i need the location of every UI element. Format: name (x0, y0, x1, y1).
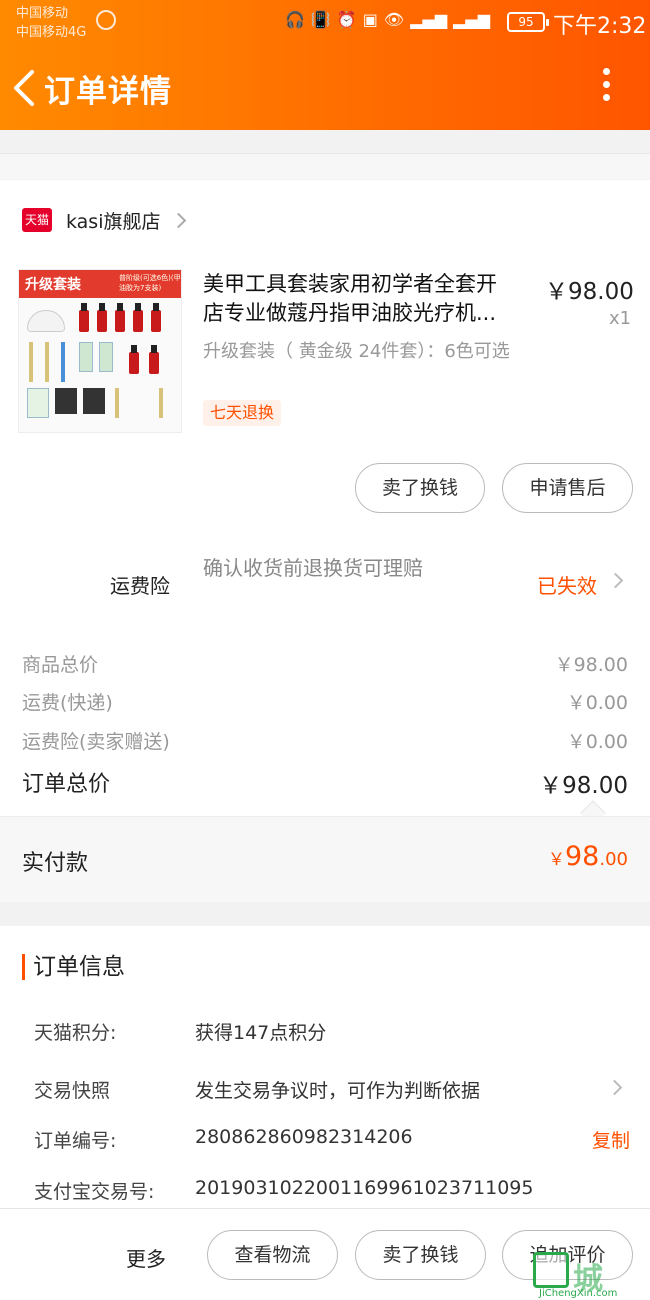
fee-label: 商品总价 (22, 654, 99, 676)
status-bar: 中国移动 中国移动4G 🎧 📳 ⏰ ▣ 👁 ▂▄▆ ▂▄▆ 95 下午2:32 (0, 0, 650, 46)
headphones-icon: 🎧 (285, 10, 305, 29)
shipping-insurance-status[interactable]: 已失效 (537, 570, 597, 599)
product-title-line-2: 店专业做蔻丹指甲油胶光疗机... (203, 301, 497, 325)
carrier-2: 中国移动4G (16, 25, 87, 40)
info-key: 订单编号: (34, 1130, 117, 1152)
info-value: 2019031022001169961023711095 (195, 1177, 534, 1199)
lamp-graphic (27, 310, 65, 332)
fee-value: ￥0.00 (566, 692, 628, 714)
copy-button[interactable]: 复制 (592, 1126, 630, 1153)
chevron-right-icon[interactable] (606, 1079, 623, 1096)
order-total-value: ￥98.00 (539, 773, 628, 799)
more-vertical-icon[interactable] (596, 68, 616, 108)
view-logistics-button[interactable]: 查看物流 (207, 1230, 338, 1280)
fee-label: 运费险(卖家赠送) (22, 731, 170, 753)
info-row-points: 天猫积分: 获得147点积分 (34, 1018, 630, 1048)
carrier-info: 中国移动 中国移动4G (16, 4, 86, 42)
shipping-insurance-desc: 确认收货前退换货可理赔 (203, 556, 423, 580)
divider-strip (0, 153, 650, 179)
sell-button[interactable]: 卖了换钱 (355, 463, 485, 513)
fee-value: ￥0.00 (566, 731, 628, 753)
info-row-order-number: 订单编号: 280862860982314206 复制 (34, 1126, 630, 1156)
product-image-band: 升级套装 普阶级(可选6色)(甲油胶为7支装) (19, 270, 181, 298)
info-value: 获得147点积分 (195, 1022, 327, 1044)
info-value: 280862860982314206 (195, 1126, 413, 1148)
fee-row-goods: 商品总价 ￥98.00 (22, 650, 628, 678)
top-bar: 中国移动 中国移动4G 🎧 📳 ⏰ ▣ 👁 ▂▄▆ ▂▄▆ 95 下午2:32 … (0, 0, 650, 130)
chevron-right-icon (170, 212, 186, 228)
carrier-1: 中国移动 (16, 6, 69, 21)
product-image-band-text: 升级套装 (25, 277, 81, 293)
order-card: 天猫 kasi旗舰店 升级套装 普阶级(可选6色)(甲油胶为7支装) 美甲工具套… (0, 180, 650, 826)
eye-icon: 👁 (383, 10, 405, 29)
fee-row-insurance: 运费险(卖家赠送) ￥0.00 (22, 727, 628, 755)
order-total-label: 订单总价 (22, 772, 111, 797)
watermark-logo (533, 1252, 569, 1288)
chevron-left-icon[interactable] (10, 68, 40, 108)
signal-e-icon: ▂▄▆ (410, 10, 448, 29)
product-title-line-1: 美甲工具套装家用初学者全套开 (203, 272, 497, 296)
product-price: ￥98.00 (545, 279, 634, 305)
order-info-card: 订单信息 天猫积分: 获得147点积分 交易快照 发生交易争议时，可作为判断依据… (0, 926, 650, 1216)
paid-integer: 98 (565, 841, 600, 872)
shipping-insurance-label: 运费险 (110, 574, 170, 598)
status-time: 下午2:32 (553, 14, 647, 39)
product-quantity: x1 (609, 308, 632, 329)
hotspot-icon (96, 10, 116, 30)
product-image-band-note: 普阶级(可选6色)(甲油胶为7支装) (119, 274, 181, 292)
alarm-icon: ⏰ (336, 10, 357, 29)
info-key: 天猫积分: (34, 1022, 117, 1044)
tmall-logo: 天猫 (22, 208, 52, 232)
paid-amount-box: 实付款 ￥98.00 (0, 816, 650, 902)
status-icons: 🎧 📳 ⏰ ▣ 👁 ▂▄▆ ▂▄▆ (285, 10, 490, 29)
info-key: 交易快照 (34, 1080, 111, 1102)
shop-row[interactable]: 天猫 kasi旗舰店 (22, 204, 186, 236)
product-image[interactable]: 升级套装 普阶级(可选6色)(甲油胶为7支装) (18, 269, 182, 433)
paid-label: 实付款 (22, 851, 89, 876)
info-key: 支付宝交易号: (34, 1181, 155, 1203)
info-row-alipay: 支付宝交易号: 2019031022001169961023711095 (34, 1177, 630, 1207)
info-row-snapshot[interactable]: 交易快照 发生交易争议时，可作为判断依据 (34, 1076, 630, 1106)
paid-currency: ￥ (548, 850, 565, 870)
return-policy-badge: 七天退换 (203, 400, 282, 426)
fee-value: ￥98.00 (554, 654, 628, 676)
sell-button-bottom[interactable]: 卖了换钱 (355, 1230, 486, 1280)
more-button[interactable]: 更多 (126, 1243, 166, 1272)
product-spec: 升级套装（ 黄金级 24件套）：6色可选 (203, 341, 510, 362)
after-sale-button[interactable]: 申请售后 (502, 463, 633, 513)
shop-name[interactable]: kasi旗舰店 (66, 207, 161, 234)
chevron-right-icon[interactable] (607, 572, 624, 589)
page-title: 订单详情 (44, 74, 172, 110)
info-value: 发生交易争议时，可作为判断依据 (195, 1080, 481, 1102)
order-info-heading: 订单信息 (22, 954, 125, 980)
product-title[interactable]: 美甲工具套装家用初学者全套开 店专业做蔻丹指甲油胶光疗机... (203, 270, 533, 328)
watermark: 城 JiChengXin.com (533, 1248, 650, 1300)
watermark-url: JiChengXin.com (539, 1288, 618, 1299)
paid-decimal: .00 (599, 849, 628, 870)
paid-value: ￥98.00 (548, 841, 628, 872)
fee-label: 运费(快递) (22, 692, 113, 714)
hd-icon: ▣ (362, 10, 378, 29)
signal-4g-icon: ▂▄▆ (453, 10, 491, 29)
vibrate-icon: 📳 (310, 10, 331, 29)
battery-indicator: 95 (507, 12, 549, 32)
app-header: 订单详情 (0, 46, 650, 130)
fee-row-shipping: 运费(快递) ￥0.00 (22, 688, 628, 716)
